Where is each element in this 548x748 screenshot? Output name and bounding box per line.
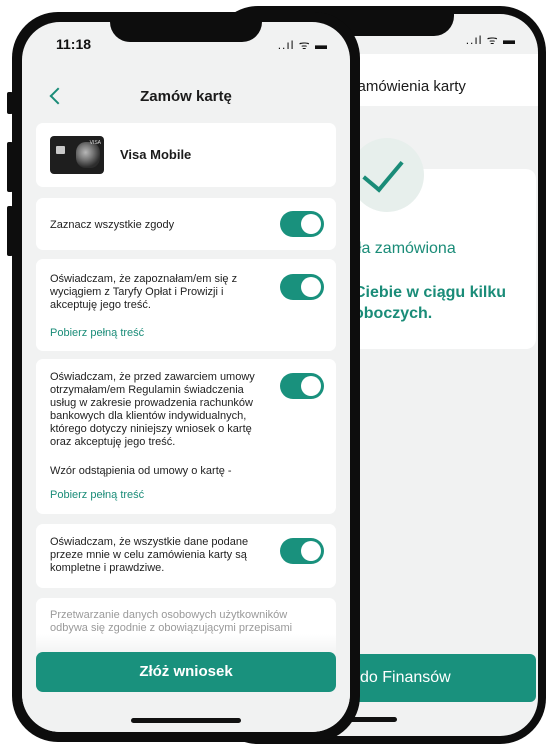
consent-tariff-download-link[interactable]: Pobierz pełną treść <box>50 327 144 339</box>
toggle-knob <box>301 277 321 297</box>
volume-down-button <box>7 206 13 256</box>
go-to-finances-button[interactable]: do Finansów <box>330 654 536 702</box>
app-header: Zamów kartę <box>22 66 350 126</box>
toggle-knob <box>301 376 321 396</box>
background-status-icons: ..ıl ᯤ ▬ <box>465 33 516 47</box>
success-title: ała zamówiona <box>349 240 456 257</box>
consent-tariff-toggle[interactable] <box>280 274 324 300</box>
data-processing-text: Przetwarzanie danych osobowych użytkowni… <box>50 609 293 634</box>
foreground-phone: 11:18 ..ıl ᯤ ▬ Zamów kartę VISA Visa Mob… <box>7 12 360 742</box>
mute-switch <box>7 92 13 114</box>
withdrawal-form-label: Wzór odstąpienia od umowy o kartę - <box>50 465 232 477</box>
page-title: Zamów kartę <box>140 88 232 105</box>
consent-regulations-text: Oświadczam, że przed zawarciem umowy otr… <box>50 371 255 448</box>
consent-regulations: Oświadczam, że przed zawarciem umowy otr… <box>36 359 336 514</box>
toggle-knob <box>301 214 321 234</box>
consent-data-accuracy-toggle[interactable] <box>280 538 324 564</box>
select-all-consents: Zaznacz wszystkie zgody <box>36 198 336 250</box>
phone-screen: 11:18 ..ıl ᯤ ▬ Zamów kartę VISA Visa Mob… <box>22 22 350 732</box>
card-brand-logo: VISA <box>89 140 101 146</box>
success-subtitle: Ciebie w ciągu kilku oboczych. <box>354 284 507 322</box>
volume-up-button <box>7 142 13 192</box>
home-indicator <box>131 718 241 723</box>
consent-data-accuracy: Oświadczam, że wszystkie dane podane prz… <box>36 524 336 588</box>
status-time: 11:18 <box>56 36 92 52</box>
checkmark-icon <box>350 138 424 212</box>
consent-tariff-text: Oświadczam, że zapoznałam/em się z wycią… <box>50 273 238 311</box>
status-icons: ..ıl ᯤ ▬ <box>277 38 328 52</box>
notch <box>110 12 262 42</box>
toggle-knob <box>301 541 321 561</box>
consent-tariff: Oświadczam, że zapoznałam/em się z wycią… <box>36 259 336 351</box>
select-all-label: Zaznacz wszystkie zgody <box>50 219 175 231</box>
submit-application-button[interactable]: Złóż wniosek <box>36 652 336 692</box>
consent-regulations-download-link[interactable]: Pobierz pełną treść <box>50 489 144 501</box>
card-chip-icon <box>56 146 65 154</box>
card-name: Visa Mobile <box>120 147 192 162</box>
select-all-toggle[interactable] <box>280 211 324 237</box>
card-image: VISA <box>50 136 104 174</box>
consent-regulations-toggle[interactable] <box>280 373 324 399</box>
consent-data-accuracy-text: Oświadczam, że wszystkie dane podane prz… <box>50 536 249 574</box>
background-page-title: zamówienia karty <box>350 78 466 95</box>
card-summary: VISA Visa Mobile <box>36 123 336 187</box>
